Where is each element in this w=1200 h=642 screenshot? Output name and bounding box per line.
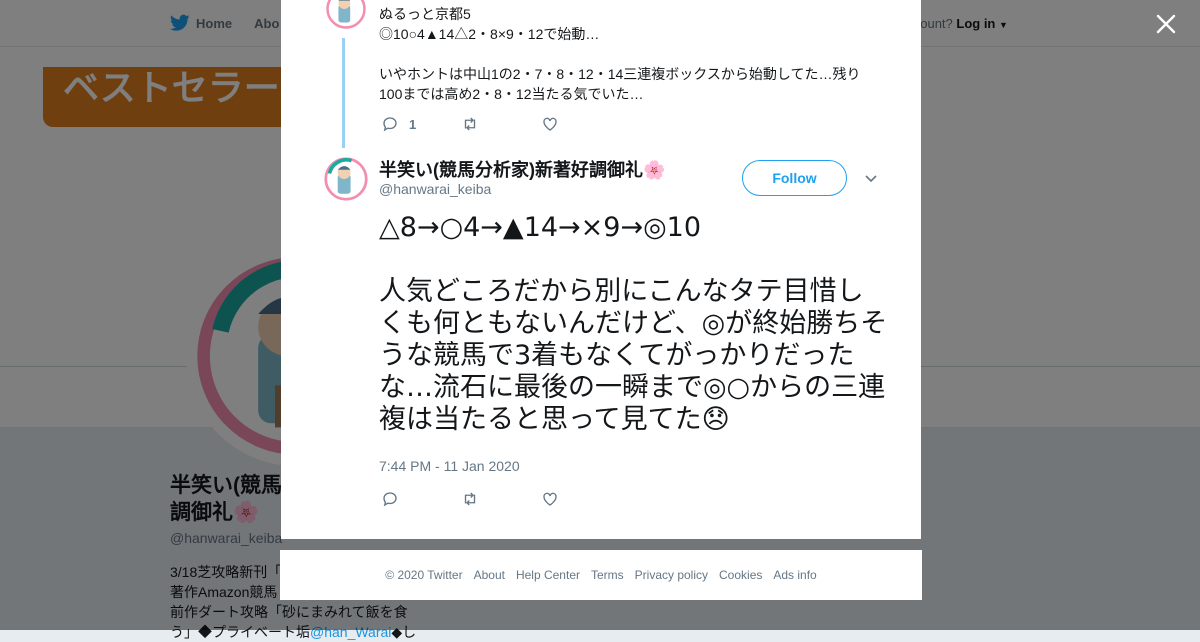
reply-icon <box>383 492 397 507</box>
reply-button[interactable]: 1 <box>381 115 461 133</box>
footer-copyright: © 2020 Twitter <box>385 568 463 582</box>
footer-cookies-link[interactable]: Cookies <box>719 568 762 582</box>
chevron-down-icon[interactable] <box>863 170 879 186</box>
footer-privacy-link[interactable]: Privacy policy <box>635 568 708 582</box>
winner-mascot-avatar <box>325 0 367 30</box>
reply-button[interactable] <box>381 490 461 508</box>
reply-count: 1 <box>409 116 417 132</box>
reply-tweet-text: ◎10○4▲14△2・8×9・12で始動… いやホントは中山1の2・7・8・12… <box>379 26 861 102</box>
main-author-handle[interactable]: @hanwarai_keiba <box>379 181 491 197</box>
footer-about-link[interactable]: About <box>474 568 505 582</box>
follow-button[interactable]: Follow <box>742 160 847 196</box>
modal-footer: © 2020 Twitter About Help Center Terms P… <box>280 550 922 600</box>
disappointed-face-icon: 😞 <box>701 404 730 435</box>
main-author-name[interactable]: 半笑い(競馬分析家)新著好調御礼🌸 <box>379 156 665 182</box>
cherry-blossom-icon: 🌸 <box>643 160 666 180</box>
reply-icon <box>383 117 397 132</box>
retweet-icon <box>464 492 476 506</box>
winner-mascot-avatar <box>323 156 369 202</box>
like-button[interactable] <box>541 490 621 508</box>
reply-author-name[interactable]: ぬるっと京都5 <box>379 4 471 24</box>
main-tweet-text-body: △8→○4→▲14→×9→◎10 人気どころだから別にこんなタテ目惜しくも何とも… <box>379 212 888 435</box>
footer-help-link[interactable]: Help Center <box>516 568 580 582</box>
retweet-icon <box>464 117 476 131</box>
retweet-button[interactable] <box>461 490 541 508</box>
reply-author-avatar[interactable] <box>325 0 367 30</box>
like-icon <box>543 117 557 131</box>
like-icon <box>543 492 557 506</box>
footer-terms-link[interactable]: Terms <box>591 568 624 582</box>
retweet-button[interactable] <box>461 115 541 133</box>
reply-tweet-actions: 1 <box>381 115 621 133</box>
footer-ads-link[interactable]: Ads info <box>773 568 816 582</box>
thread-connector-line <box>342 38 345 148</box>
main-tweet-actions <box>381 490 621 508</box>
close-icon[interactable] <box>1154 12 1178 36</box>
tweet-permalink-modal: ぬるっと京都5 ◎10○4▲14△2・8×9・12で始動… いやホントは中山1の… <box>281 0 921 539</box>
main-tweet-text: △8→○4→▲14→×9→◎10 人気どころだから別にこんなタテ目惜しくも何とも… <box>379 212 889 436</box>
main-author-avatar[interactable] <box>323 156 369 202</box>
tweet-timestamp[interactable]: 7:44 PM - 11 Jan 2020 <box>379 458 520 474</box>
like-button[interactable] <box>541 115 621 133</box>
main-author-name-text: 半笑い(競馬分析家)新著好調御礼 <box>379 160 643 180</box>
